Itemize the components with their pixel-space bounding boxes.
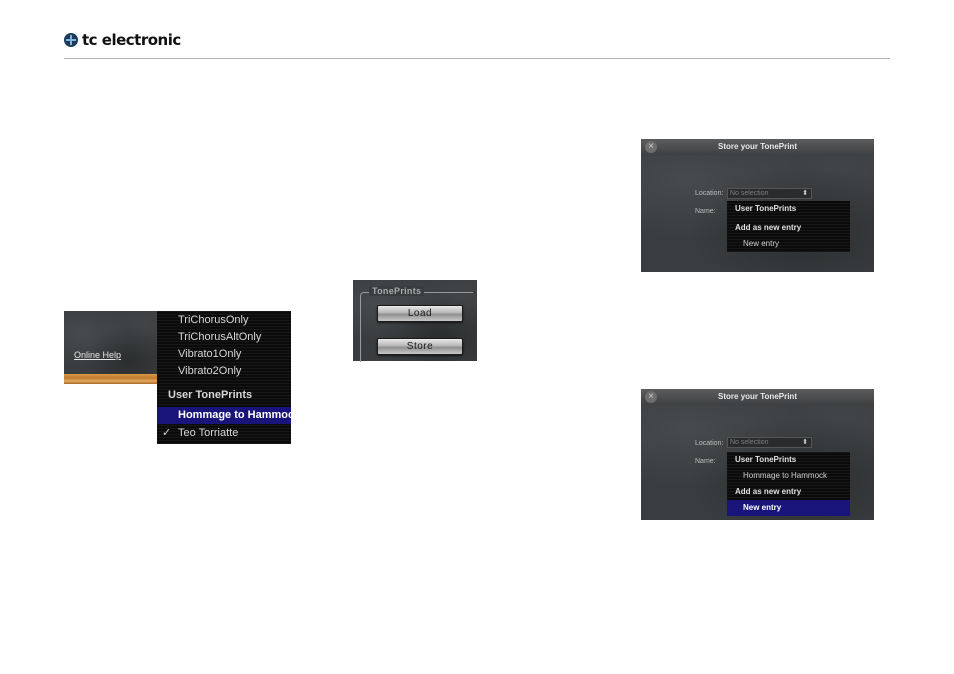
menu-item-trichorusaltonly[interactable]: TriChorusAltOnly xyxy=(157,329,291,346)
menu-item-new-entry[interactable]: New entry xyxy=(727,236,850,252)
menu-section-user-toneprints: User TonePrints xyxy=(735,204,797,213)
header-divider xyxy=(64,58,890,59)
menu-item-add-new-entry[interactable]: Add as new entry xyxy=(727,220,850,236)
toneprints-group-label: TonePrints xyxy=(369,286,425,296)
menu-item-vibrato2only[interactable]: Vibrato2Only xyxy=(157,363,291,380)
location-label: Location: xyxy=(695,440,724,447)
menu-item-teo-torriatte[interactable]: ✓ Teo Torriatte xyxy=(157,425,291,442)
store-toneprint-dialog-1: Store your TonePrint × Location: No sele… xyxy=(641,139,874,272)
location-value: No selection xyxy=(730,190,769,197)
location-select[interactable]: No selection ⬍ xyxy=(727,437,812,448)
name-dropdown-menu: User TonePrints Add as new entry New ent… xyxy=(727,201,850,252)
location-select[interactable]: No selection ⬍ xyxy=(727,188,812,199)
brand-name: tc electronic xyxy=(82,31,181,49)
menu-section-user-toneprints: User TonePrints xyxy=(168,389,253,401)
toneprints-panel-screenshot: TonePrints Load Store xyxy=(353,280,477,362)
store-toneprint-dialog-2: Store your TonePrint × Location: No sele… xyxy=(641,389,874,520)
load-button[interactable]: Load xyxy=(377,305,463,322)
wood-trim xyxy=(64,374,157,384)
select-arrows-icon: ⬍ xyxy=(802,439,808,446)
preset-dropdown-menu: TriChorusOnly TriChorusAltOnly Vibrato1O… xyxy=(157,311,291,444)
tc-logo-icon xyxy=(64,33,78,47)
name-label: Name: xyxy=(695,458,716,465)
dialog-title: Store your TonePrint xyxy=(641,139,874,155)
menu-section-user-toneprints: User TonePrints xyxy=(735,455,797,464)
location-label: Location: xyxy=(695,190,724,197)
select-arrows-icon: ⬍ xyxy=(802,190,808,197)
close-icon[interactable]: × xyxy=(645,391,657,403)
preset-menu-screenshot: Online Help TriChorusOnly TriChorusAltOn… xyxy=(64,311,291,444)
menu-item-label: Teo Torriatte xyxy=(178,427,239,439)
online-help-link[interactable]: Online Help xyxy=(74,350,121,360)
location-value: No selection xyxy=(730,439,769,446)
brand-logo: tc electronic xyxy=(64,31,181,49)
menu-item-trichorusonly[interactable]: TriChorusOnly xyxy=(157,312,291,329)
menu-item-vibrato1only[interactable]: Vibrato1Only xyxy=(157,346,291,363)
name-dropdown-menu: User TonePrints Hommage to Hammock Add a… xyxy=(727,452,850,516)
menu-item-new-entry-selected[interactable]: New entry xyxy=(727,500,850,516)
dialog-title: Store your TonePrint xyxy=(641,389,874,405)
name-label: Name: xyxy=(695,208,716,215)
close-icon[interactable]: × xyxy=(645,141,657,153)
menu-item-add-new-entry[interactable]: Add as new entry xyxy=(727,484,850,500)
checkmark-icon: ✓ xyxy=(162,427,172,439)
store-button[interactable]: Store xyxy=(377,338,463,355)
menu-item-hommage-selected[interactable]: Hommage to Hammock xyxy=(157,407,291,424)
menu-item-hommage-to-hammock[interactable]: Hommage to Hammock xyxy=(727,468,850,484)
